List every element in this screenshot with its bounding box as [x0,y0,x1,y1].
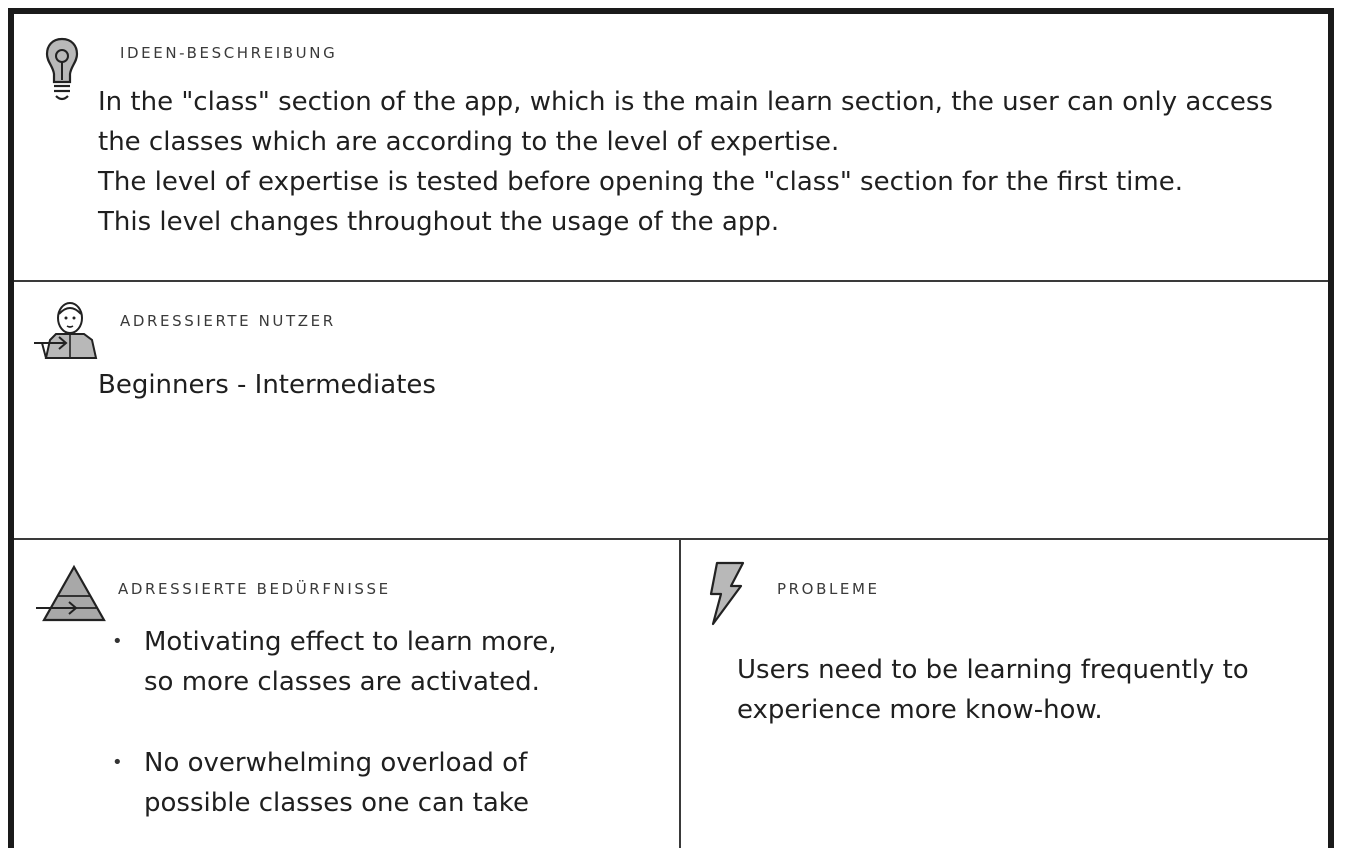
user-person-icon [34,302,98,359]
list-item-text: No overwhelming overload of [144,748,528,778]
idea-section: IDEEN-BESCHREIBUNG In the "class" sectio… [14,14,1328,282]
list-item: No overwhelming overload of possible cla… [108,743,557,823]
idea-description: In the "class" section of the app, which… [98,82,1273,242]
idea-line: The level of expertise is tested before … [98,167,1183,197]
problems-line: experience more know-how. [737,695,1103,725]
idea-heading: IDEEN-BESCHREIBUNG [120,44,338,62]
bottom-section: ADRESSIERTE BEDÜRFNISSE Motivating effec… [14,540,1328,848]
lightning-icon [709,561,745,626]
list-item-text: Motivating effect to learn more, [144,627,557,657]
users-section: ADRESSIERTE NUTZER Beginners - Intermedi… [14,282,1328,540]
list-item-text: so more classes are activated. [144,667,540,697]
needs-heading: ADRESSIERTE BEDÜRFNISSE [118,580,391,598]
canvas-frame: IDEEN-BESCHREIBUNG In the "class" sectio… [8,8,1334,848]
list-item-text: possible classes one can take [144,788,529,818]
idea-line: In the "class" section of the app, which… [98,87,1273,117]
idea-line: This level changes throughout the usage … [98,207,780,237]
list-item: Motivating effect to learn more, so more… [108,622,557,702]
users-heading: ADRESSIERTE NUTZER [120,312,336,330]
needs-list: Motivating effect to learn more, so more… [108,622,557,823]
needs-section: ADRESSIERTE BEDÜRFNISSE Motivating effec… [14,540,681,848]
users-text: Beginners - Intermediates [98,370,436,400]
pyramid-icon [36,564,106,622]
lightbulb-icon [45,37,79,101]
problems-text: Users need to be learning frequently to … [737,650,1249,730]
problems-section: PROBLEME Users need to be learning frequ… [681,540,1328,848]
idea-line: the classes which are according to the l… [98,127,840,157]
problems-heading: PROBLEME [777,580,880,598]
problems-line: Users need to be learning frequently to [737,655,1249,685]
